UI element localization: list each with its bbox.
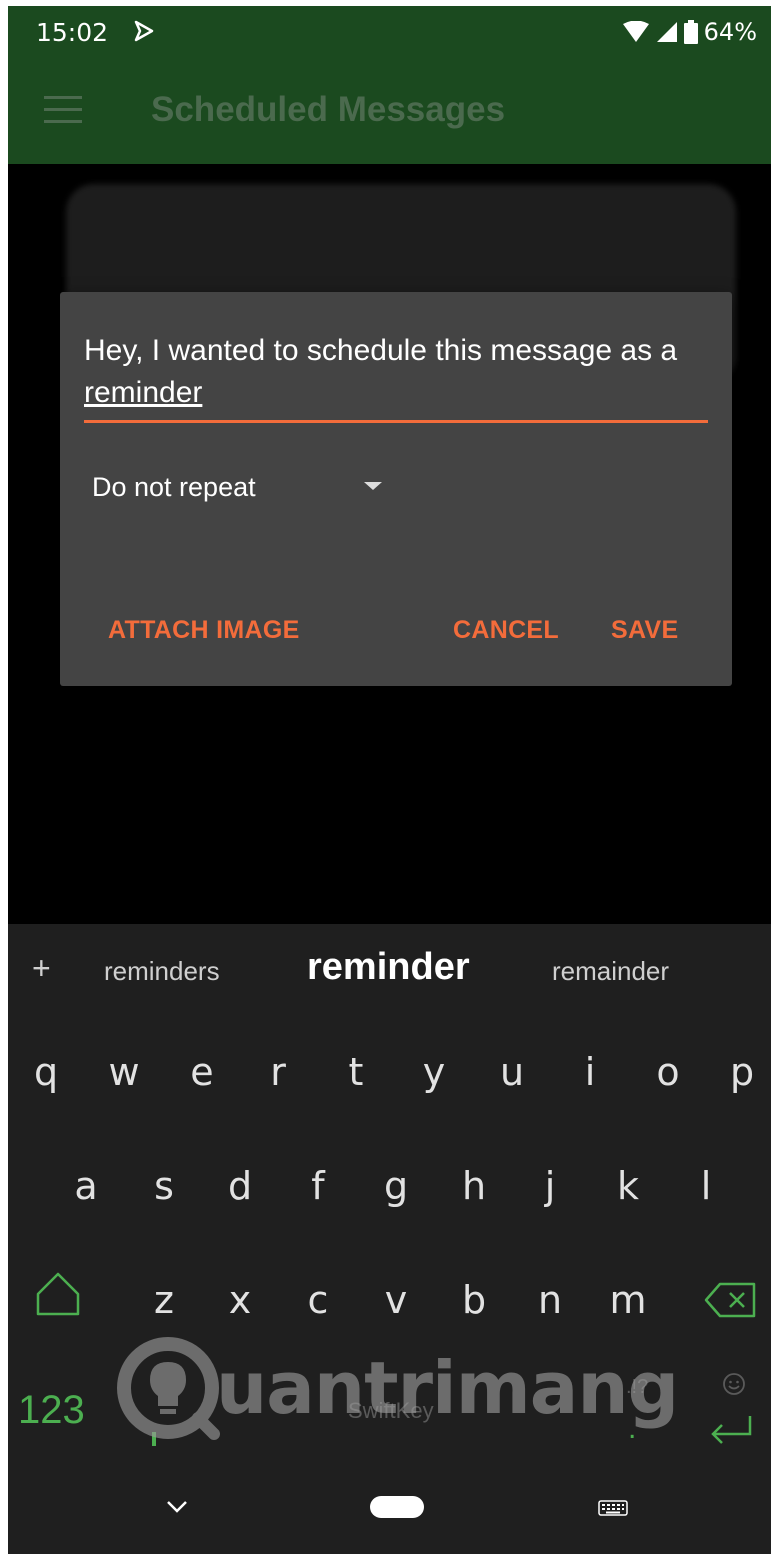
battery-icon xyxy=(683,20,698,44)
message-text: Hey, I wanted to schedule this message a… xyxy=(84,334,678,367)
attach-image-button[interactable]: ATTACH IMAGE xyxy=(108,616,300,645)
key-m[interactable]: m xyxy=(598,1278,658,1322)
cancel-button[interactable]: CANCEL xyxy=(453,616,559,645)
save-button[interactable]: SAVE xyxy=(611,616,678,645)
emoji-icon[interactable] xyxy=(722,1372,746,1396)
key-v[interactable]: v xyxy=(366,1278,426,1322)
home-button[interactable] xyxy=(370,1496,424,1518)
chevron-down-icon[interactable] xyxy=(166,1500,188,1514)
shift-key-icon[interactable] xyxy=(34,1270,82,1318)
key-g[interactable]: g xyxy=(366,1164,426,1208)
hamburger-menu-icon[interactable] xyxy=(44,96,82,126)
key-r[interactable]: r xyxy=(248,1050,308,1094)
key-n[interactable]: n xyxy=(520,1278,580,1322)
phone-screen: 15:02 64% Scheduled Messages Hey, I want… xyxy=(8,6,771,1554)
watermark-logo: uantrimang xyxy=(116,1336,679,1446)
suggestion-bar: + reminders reminder remainder xyxy=(8,924,771,1016)
enter-icon[interactable] xyxy=(708,1412,754,1446)
key-l[interactable]: l xyxy=(676,1164,736,1208)
key-d[interactable]: d xyxy=(210,1164,270,1208)
plus-icon[interactable]: + xyxy=(32,950,51,987)
key-q[interactable]: q xyxy=(16,1050,76,1094)
key-i[interactable]: i xyxy=(560,1050,620,1094)
key-f[interactable]: f xyxy=(288,1164,348,1208)
key-a[interactable]: a xyxy=(56,1164,116,1208)
signal-icon xyxy=(656,22,677,42)
schedule-message-dialog: Hey, I wanted to schedule this message a… xyxy=(60,292,732,686)
message-text-composing: reminder xyxy=(84,376,203,409)
key-t[interactable]: t xyxy=(326,1050,386,1094)
status-time: 15:02 xyxy=(36,18,109,47)
key-x[interactable]: x xyxy=(210,1278,270,1322)
key-b[interactable]: b xyxy=(444,1278,504,1322)
key-p[interactable]: p xyxy=(712,1050,771,1094)
key-s[interactable]: s xyxy=(134,1164,194,1208)
repeat-value: Do not repeat xyxy=(92,471,256,502)
key-h[interactable]: h xyxy=(444,1164,504,1208)
key-u[interactable]: u xyxy=(482,1050,542,1094)
suggestion-right[interactable]: remainder xyxy=(552,956,669,987)
key-w[interactable]: w xyxy=(94,1050,154,1094)
key-c[interactable]: c xyxy=(288,1278,348,1322)
page-title: Scheduled Messages xyxy=(151,90,506,129)
numbers-key[interactable]: 123 xyxy=(18,1388,85,1433)
key-o[interactable]: o xyxy=(638,1050,698,1094)
navigation-bar xyxy=(8,1460,771,1554)
battery-percent: 64% xyxy=(703,18,757,46)
backspace-icon[interactable] xyxy=(704,1282,756,1318)
key-j[interactable]: j xyxy=(520,1164,580,1208)
status-bar: 15:02 64% xyxy=(8,6,771,60)
suggestion-left[interactable]: reminders xyxy=(104,956,220,987)
key-y[interactable]: y xyxy=(404,1050,464,1094)
lightbulb-icon xyxy=(117,1337,220,1440)
status-icons: 64% xyxy=(622,18,757,46)
notification-icon xyxy=(134,20,154,42)
watermark-text: uantrimang xyxy=(216,1346,679,1430)
app-bar: Scheduled Messages xyxy=(8,60,771,164)
wifi-icon xyxy=(622,21,649,42)
suggestion-center[interactable]: reminder xyxy=(307,946,470,989)
key-z[interactable]: z xyxy=(134,1278,194,1322)
message-input-underline xyxy=(84,420,708,423)
key-e[interactable]: e xyxy=(172,1050,232,1094)
message-input[interactable]: Hey, I wanted to schedule this message a… xyxy=(84,330,708,414)
key-k[interactable]: k xyxy=(598,1164,658,1208)
repeat-dropdown[interactable]: Do not repeat xyxy=(92,464,392,510)
dropdown-arrow-icon xyxy=(364,482,382,490)
keyboard-switch-icon[interactable] xyxy=(598,1500,628,1516)
